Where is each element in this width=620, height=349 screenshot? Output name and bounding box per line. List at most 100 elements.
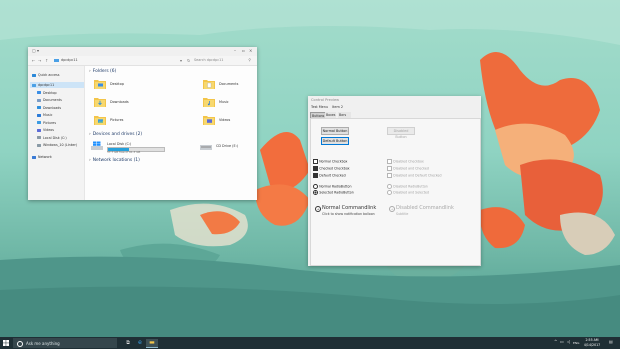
menu-item-test-menu[interactable]: Test Menu <box>311 105 328 109</box>
arrow-right-icon: → <box>389 206 395 212</box>
search-input[interactable]: Search dpcdpc11 ⚲ <box>194 58 252 63</box>
drive-local-disk[interactable]: Local Disk (C:) 37.7 GB free of 61.3 GB <box>91 141 181 154</box>
up-icon[interactable]: ↑ <box>45 58 48 63</box>
drives-section-header[interactable]: › Devices and drives (2) <box>89 132 142 137</box>
sidebar-item-music[interactable]: Music <box>37 112 52 118</box>
videos-folder-icon <box>203 116 215 125</box>
maximize-icon[interactable]: ▫ <box>242 48 245 53</box>
music-icon <box>37 113 41 117</box>
search-icon: ⚲ <box>248 58 251 62</box>
checkbox-box <box>387 159 392 164</box>
checkbox-label: Normal Checkbox <box>319 159 348 164</box>
disk-icon <box>37 143 41 147</box>
sidebar-item-local-disk[interactable]: Local Disk (C:) <box>37 135 67 141</box>
sidebar-item-this-pc[interactable]: dpcdpc11 <box>30 82 84 88</box>
disabled-button: Disabled Button <box>387 127 415 139</box>
normal-button[interactable]: Normal Button <box>321 127 349 135</box>
computer-icon <box>32 83 36 87</box>
checkbox-label: Checked Checkbox <box>319 166 350 171</box>
sidebar-label: Quick access <box>38 73 60 77</box>
folders-section-header[interactable]: › Folders (6) <box>89 69 116 74</box>
address-dropdown-icon[interactable]: ▾ <box>180 58 182 63</box>
address-path-text: dpcdpc11 <box>61 58 78 62</box>
taskbar: Ask me anything ⧉ e ▬ ^ ▭ ◁ ENG 2:55 AM … <box>0 337 620 349</box>
commandlink-title: Disabled Commandlink <box>396 205 454 211</box>
edge-icon[interactable]: e <box>134 339 146 347</box>
sidebar-label: Videos <box>43 128 54 132</box>
volume-icon[interactable]: ◁ <box>567 339 570 344</box>
disabled-radiobutton: Disabled RadioButton <box>387 184 428 189</box>
quick-access-toolbar-icon[interactable]: ▢ ▾ <box>32 48 39 53</box>
normal-checkbox[interactable]: Normal Checkbox <box>313 159 347 164</box>
refresh-icon[interactable]: ↻ <box>187 58 190 63</box>
network-section-header[interactable]: › Network locations (1) <box>89 158 140 163</box>
language-indicator[interactable]: ENG <box>573 341 579 345</box>
action-center-icon[interactable]: ▤ <box>609 339 613 344</box>
folder-downloads[interactable]: Downloads <box>94 97 164 109</box>
default-button[interactable]: Default Button <box>321 137 349 145</box>
radio-circle <box>313 184 318 189</box>
clock[interactable]: 2:55 AM 4/14/2017 <box>580 338 604 347</box>
selected-radiobutton[interactable]: Selected RadioButton <box>313 190 354 195</box>
folder-videos[interactable]: Videos <box>203 115 253 127</box>
address-path[interactable]: dpcdpc11 <box>54 58 186 63</box>
sidebar-label: Windows_10 (Linker) <box>43 143 78 147</box>
folder-desktop[interactable]: Desktop <box>94 79 164 91</box>
sidebar-item-documents[interactable]: Documents <box>37 97 62 103</box>
minimize-icon[interactable]: – <box>234 48 236 53</box>
sidebar-item-videos[interactable]: Videos <box>37 127 54 133</box>
sidebar-item-pictures[interactable]: Pictures <box>37 120 56 126</box>
normal-radiobutton[interactable]: Normal RadioButton <box>313 184 351 189</box>
task-view-icon[interactable]: ⧉ <box>122 339 134 347</box>
disabled-checked-checkbox: Disabled and Checked <box>387 166 429 171</box>
default-checked-checkbox[interactable]: Default Checked <box>313 173 346 178</box>
file-explorer-window[interactable]: ▢ ▾ – ▫ × ← → ↑ dpcdpc11 ▾ ↻ Search dpcd… <box>28 47 257 200</box>
sidebar-label: Pictures <box>43 120 57 125</box>
folder-pictures[interactable]: Pictures <box>94 115 164 127</box>
sidebar-item-windows-10[interactable]: Windows_10 (Linker) <box>37 142 77 148</box>
checkbox-box <box>313 159 318 164</box>
drive-cd[interactable]: CD Drive (E:) <box>200 141 255 153</box>
sidebar-item-desktop[interactable]: Desktop <box>37 90 57 96</box>
documents-icon <box>37 98 41 102</box>
drive-label: Local Disk (C:) <box>107 142 132 146</box>
checkbox-box <box>387 166 392 171</box>
close-icon[interactable]: × <box>249 48 252 53</box>
sidebar-item-network[interactable]: Network <box>32 154 52 160</box>
folder-label: Documents <box>219 82 239 86</box>
cortana-search-box[interactable]: Ask me anything <box>13 338 117 348</box>
network-tray-icon[interactable]: ▭ <box>560 339 564 344</box>
checkbox-label: Disabled Checkbox <box>393 159 424 164</box>
menu-item-item-2[interactable]: Item 2 <box>332 105 343 109</box>
chevron-down-icon: › <box>89 69 91 74</box>
folder-music[interactable]: Music <box>203 97 253 109</box>
documents-folder-icon <box>203 80 215 89</box>
normal-commandlink[interactable]: → Normal Commandlink Click to show notif… <box>315 205 385 217</box>
folder-documents[interactable]: Documents <box>203 79 253 91</box>
drive-label: CD Drive (E:) <box>216 144 239 148</box>
windows-drive-icon <box>91 141 103 150</box>
sidebar-label: Desktop <box>43 90 57 95</box>
tray-expand-icon[interactable]: ^ <box>554 339 557 344</box>
search-placeholder: Ask me anything <box>26 341 60 346</box>
windows-start-icon[interactable] <box>3 340 9 346</box>
arrow-right-icon: → <box>315 206 321 212</box>
star-icon <box>32 73 36 77</box>
desktop-folder-icon <box>94 80 106 89</box>
sidebar-item-downloads[interactable]: Downloads <box>37 105 61 111</box>
explorer-title-bar[interactable]: ▢ ▾ – ▫ × <box>28 47 257 56</box>
checked-checkbox[interactable]: Checked Checkbox <box>313 166 350 171</box>
sidebar-label: dpcdpc11 <box>38 83 55 87</box>
clock-date: 4/14/2017 <box>583 342 601 347</box>
forward-icon[interactable]: → <box>38 58 41 63</box>
control-preview-window[interactable]: Control Preview Test Menu Item 2 Buttons … <box>308 96 481 266</box>
folder-label: Pictures <box>110 118 124 122</box>
chevron-down-icon: › <box>89 158 91 163</box>
explorer-icon[interactable]: ▬ <box>146 339 158 348</box>
commandlink-subtitle: Click to show notification balloon <box>322 212 375 216</box>
back-icon[interactable]: ← <box>32 58 35 63</box>
disabled-selected-radiobutton: Disabled and Selected <box>387 190 429 195</box>
sidebar-item-quick-access[interactable]: Quick access <box>32 72 59 78</box>
sidebar-label: Music <box>43 113 53 117</box>
pictures-folder-icon <box>94 116 106 125</box>
